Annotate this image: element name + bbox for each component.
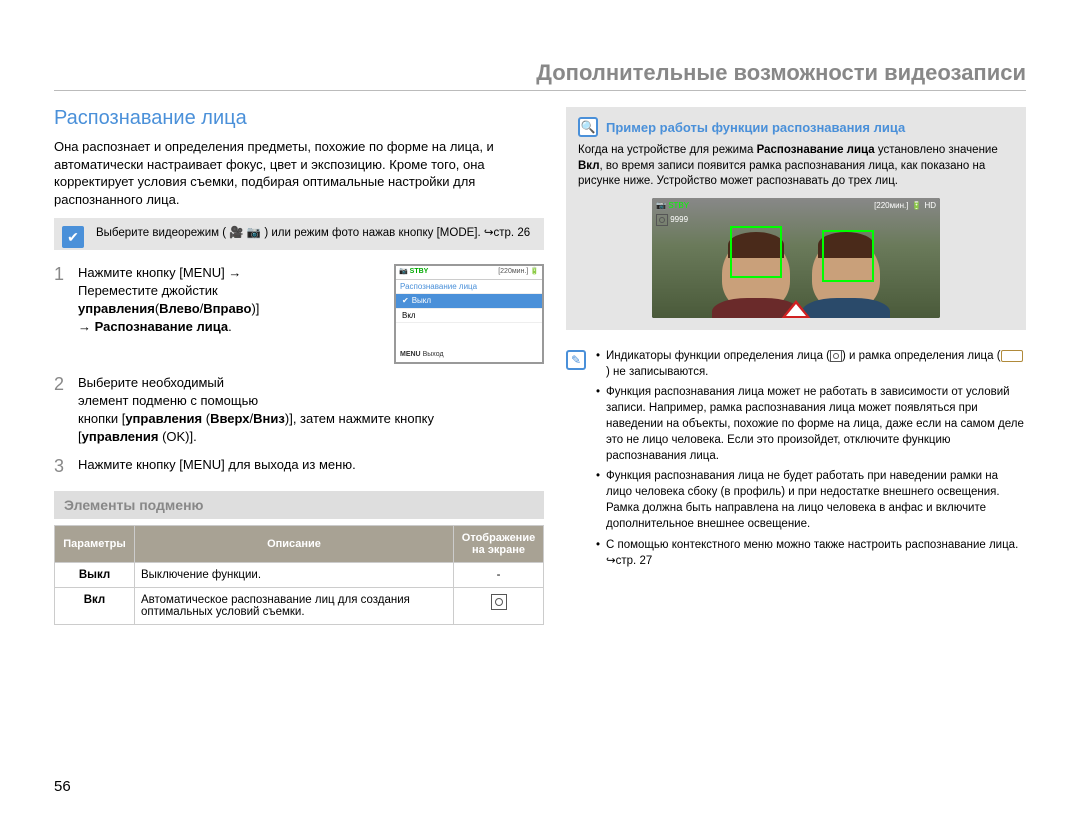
mini-row-off: ✔Выкл — [396, 294, 542, 309]
right-column: 🔍 Пример работы функции распознавания ли… — [566, 107, 1026, 625]
cell-display — [454, 588, 544, 625]
step-num: 2 — [54, 374, 68, 447]
step-3: 3 Нажмите кнопку [MENU] для выхода из ме… — [54, 456, 544, 477]
mini-menu-preview: 📷 STBY [220мин.] 🔋 Распознавание лица ✔В… — [394, 264, 544, 364]
note-item: Функция распознавания лица может не рабо… — [596, 384, 1026, 464]
cell-param: Выкл — [55, 563, 135, 588]
notes-block: ✎ Индикаторы функции определения лица ()… — [566, 348, 1026, 573]
mode-tip-box: ✔ Выберите видеорежим ( 🎥 📷 ) или режим … — [54, 218, 544, 250]
th-desc: Описание — [135, 526, 454, 563]
example-box: 🔍 Пример работы функции распознавания ли… — [566, 107, 1026, 330]
note-item: Индикаторы функции определения лица () и… — [596, 348, 1026, 380]
page-header: Дополнительные возможности видеозаписи — [54, 60, 1026, 91]
example-title: Пример работы функции распознавания лица — [606, 120, 905, 135]
th-display: Отображение на экране — [454, 526, 544, 563]
step-1: 1 Нажмите кнопку [MENU] → Переместите дж… — [54, 264, 544, 364]
example-text: Когда на устройстве для режима Распознав… — [578, 143, 1014, 190]
steps-list: 1 Нажмите кнопку [MENU] → Переместите дж… — [54, 264, 544, 478]
mini-title: Распознавание лица — [396, 280, 542, 295]
step-num: 1 — [54, 264, 68, 364]
photo-icon: 📷 — [247, 227, 261, 239]
magnifier-icon: 🔍 — [578, 117, 598, 137]
left-column: Распознавание лица Она распознает и опре… — [54, 107, 544, 625]
mode-tip-after: ) или режим фото нажав кнопку [MODE]. ↪с… — [264, 227, 530, 239]
step-line: Нажмите кнопку [MENU] → — [78, 264, 384, 282]
step-2: 2 Выберите необходимый элемент подменю с… — [54, 374, 544, 447]
video-icon: 🎥 — [229, 227, 243, 239]
pointer-icon — [780, 300, 812, 318]
step-line: Переместите джойстик — [78, 282, 384, 300]
th-params: Параметры — [55, 526, 135, 563]
step-line: [управления (OK)]. — [78, 428, 544, 446]
intro-text: Она распознает и определения предметы, п… — [54, 138, 544, 208]
submenu-heading: Элементы подменю — [54, 491, 544, 519]
note-item: С помощью контекстного меню можно также … — [596, 537, 1026, 569]
camera-preview: 📷 STBY [220мин.] 🔋 HD 9999 — [652, 198, 940, 318]
cell-desc: Автоматическое распознавание лиц для соз… — [135, 588, 454, 625]
face-frame-icon — [1001, 350, 1023, 362]
step-num: 3 — [54, 456, 68, 477]
step-line: элемент подменю с помощью — [78, 392, 544, 410]
table-row: Выкл Выключение функции. - — [55, 563, 544, 588]
face-detect-icon — [491, 594, 507, 610]
cell-display: - — [454, 563, 544, 588]
table-row: Вкл Автоматическое распознавание лиц для… — [55, 588, 544, 625]
section-title: Распознавание лица — [54, 107, 544, 130]
step-line: Нажмите кнопку [MENU] для выхода из меню… — [78, 456, 544, 477]
cell-param: Вкл — [55, 588, 135, 625]
step-line: Выберите необходимый — [78, 374, 544, 392]
step-line: кнопки [управления (Вверх/Вниз)], затем … — [78, 410, 544, 428]
check-icon: ✔ — [62, 226, 84, 248]
face-box — [822, 230, 874, 282]
mini-row-on: Вкл — [396, 309, 542, 324]
note-item: Функция распознавания лица не будет рабо… — [596, 468, 1026, 532]
cell-desc: Выключение функции. — [135, 563, 454, 588]
step-line: управления(Влево/Вправо)] — [78, 300, 384, 318]
face-box — [730, 226, 782, 278]
face-detect-icon — [830, 350, 842, 362]
note-icon: ✎ — [566, 350, 586, 370]
step-line: → Распознавание лица. — [78, 318, 384, 336]
options-table: Параметры Описание Отображение на экране… — [54, 525, 544, 625]
page-number: 56 — [54, 778, 71, 795]
mode-tip-before: Выберите видеорежим ( — [96, 227, 226, 239]
